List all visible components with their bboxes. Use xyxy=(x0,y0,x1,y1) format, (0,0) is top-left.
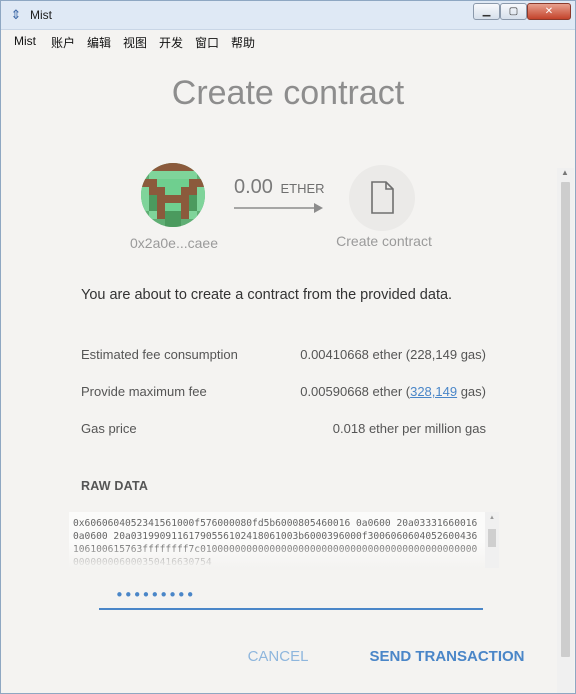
max-fee-suffix: gas) xyxy=(457,384,486,399)
ethereum-icon: ⇕ xyxy=(10,7,22,22)
raw-data-scroll-thumb[interactable] xyxy=(488,529,496,547)
menu-bar: Mist 账户 编辑 视图 开发 窗口 帮助 xyxy=(2,31,574,52)
menu-window[interactable]: 窗口 xyxy=(195,34,219,51)
gas-price-label: Gas price xyxy=(81,421,137,436)
menu-help[interactable]: 帮助 xyxy=(231,34,255,51)
mist-window: ⇕ Mist ▁ ▢ ✕ Mist 账户 编辑 视图 开发 窗口 帮助 Crea… xyxy=(0,0,576,694)
minimize-button[interactable]: ▁ xyxy=(473,3,500,20)
estimated-fee-value: 0.00410668 ether (228,149 gas) xyxy=(300,347,486,362)
amount-display: 0.00 ETHER xyxy=(234,176,325,199)
menu-develop[interactable]: 开发 xyxy=(159,34,183,51)
maximize-button[interactable]: ▢ xyxy=(500,3,527,20)
max-gas-edit-link[interactable]: 328,149 xyxy=(410,384,457,399)
menu-view[interactable]: 视图 xyxy=(123,34,147,51)
from-address: 0x2a0e...caee xyxy=(130,235,218,251)
raw-data-heading: RAW DATA xyxy=(81,479,149,493)
window-title: Mist xyxy=(30,8,52,22)
document-icon xyxy=(371,181,394,214)
account-identicon xyxy=(141,163,205,227)
gas-price-value: 0.018 ether per million gas xyxy=(332,421,486,436)
title-bar[interactable]: ⇕ Mist ▁ ▢ ✕ xyxy=(1,1,575,30)
send-transaction-button[interactable]: SEND TRANSACTION xyxy=(364,648,530,674)
max-fee-value: 0.00590668 ether (328,149 gas) xyxy=(300,384,486,399)
max-fee-prefix: 0.00590668 ether ( xyxy=(300,384,411,399)
amount-unit: ETHER xyxy=(280,181,325,196)
raw-data-fade xyxy=(69,542,499,568)
menu-mist[interactable]: Mist xyxy=(14,34,36,48)
max-fee-label: Provide maximum fee xyxy=(81,384,207,399)
password-field[interactable] xyxy=(99,582,483,610)
cancel-button[interactable]: CANCEL xyxy=(238,648,318,674)
contract-icon-circle xyxy=(349,165,415,231)
create-contract-label: Create contract xyxy=(336,233,432,249)
scroll-up-icon[interactable]: ▲ xyxy=(561,168,569,177)
create-contract-dialog: Create contract 0x2a0e...caee 0.00 ETHER… xyxy=(2,52,574,693)
raw-data-box[interactable]: 0x6060604052341561000f576000080fd5b60008… xyxy=(69,512,499,568)
page-scroll-thumb[interactable] xyxy=(561,182,570,657)
scroll-up-icon[interactable]: ▲ xyxy=(489,515,495,521)
close-button[interactable]: ✕ xyxy=(527,3,571,20)
page-title: Create contract xyxy=(171,74,405,112)
menu-accounts[interactable]: 账户 xyxy=(51,34,75,51)
right-arrow-icon xyxy=(234,203,323,213)
page-scrollbar[interactable]: ▲ xyxy=(557,168,574,693)
estimated-fee-label: Estimated fee consumption xyxy=(81,347,238,362)
menu-edit[interactable]: 编辑 xyxy=(87,34,111,51)
amount-value: 0.00 xyxy=(234,176,273,198)
raw-data-scrollbar[interactable]: ▲ xyxy=(485,512,499,568)
info-text: You are about to create a contract from … xyxy=(81,287,453,303)
